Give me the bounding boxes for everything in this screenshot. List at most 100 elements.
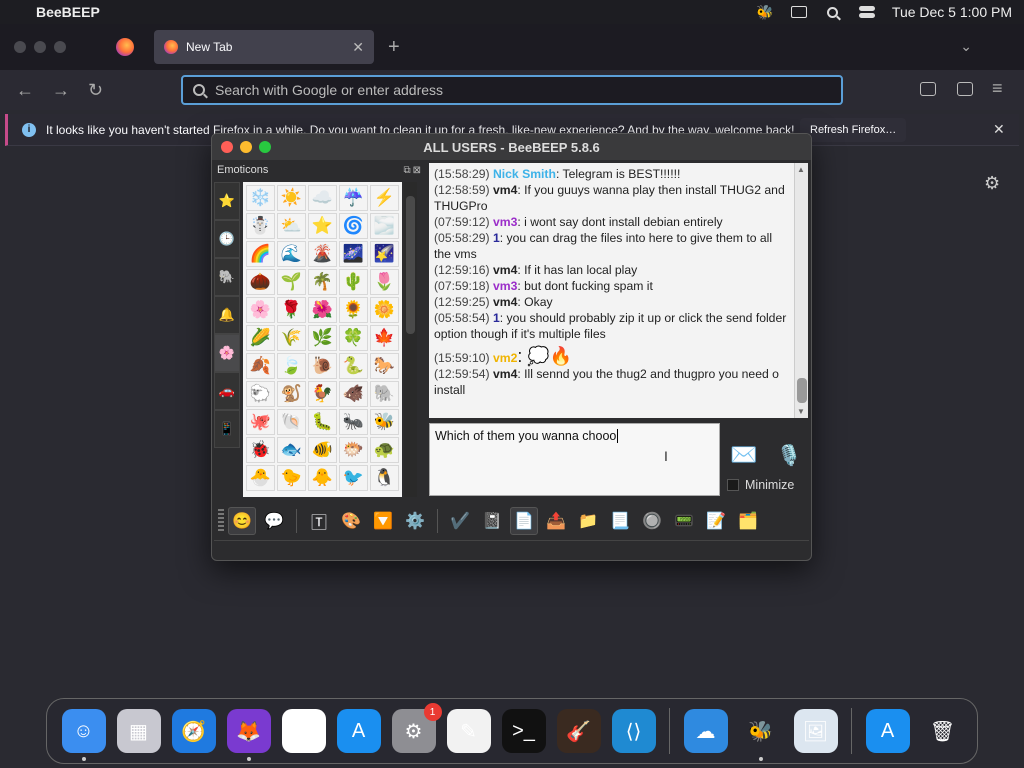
emoticon-button[interactable]: 🍂 bbox=[246, 353, 275, 379]
emoticon-button[interactable]: 🌹 bbox=[277, 297, 306, 323]
new-tab-settings-gear-icon[interactable]: ⚙ bbox=[984, 173, 1000, 194]
scroll-down-arrow-icon[interactable]: ▼ bbox=[797, 407, 805, 416]
emoticon-button[interactable]: 🌌 bbox=[339, 241, 368, 267]
dock-chrome-icon[interactable]: ◉ bbox=[281, 709, 326, 753]
emoticon-button[interactable]: 🌻 bbox=[339, 297, 368, 323]
dock-system-settings-icon[interactable]: ⚙ 1 bbox=[391, 703, 442, 753]
toolbar-button-icon[interactable]: 📁 bbox=[574, 507, 602, 535]
emoticon-button[interactable]: 🐣 bbox=[246, 465, 275, 491]
toolbar-button-icon[interactable]: 🗂️ bbox=[734, 507, 762, 535]
emoticon-button[interactable]: ☁️ bbox=[308, 185, 337, 211]
dock-app-store-downloads-icon[interactable]: A bbox=[865, 709, 910, 753]
toolbar-button-icon[interactable]: 📝 bbox=[702, 507, 730, 535]
emoticon-button[interactable]: 🐙 bbox=[246, 409, 275, 435]
dock-preview-icon[interactable]: 🖼 bbox=[793, 709, 838, 753]
emoticon-button[interactable]: 🌰 bbox=[246, 269, 275, 295]
emoticon-button[interactable]: 🐘 bbox=[370, 381, 399, 407]
emoticon-button[interactable]: 🐤 bbox=[277, 465, 306, 491]
emoticon-button[interactable]: 🍁 bbox=[370, 325, 399, 351]
emoticon-button[interactable]: 🐑 bbox=[246, 381, 275, 407]
forward-arrow-icon[interactable]: → bbox=[52, 80, 70, 101]
emoticon-category-tab[interactable]: ⭐ bbox=[214, 182, 240, 220]
emoticon-button[interactable]: 🌫️ bbox=[370, 213, 399, 239]
emoticon-scrollbar[interactable] bbox=[404, 182, 417, 497]
back-arrow-icon[interactable]: ← bbox=[16, 80, 34, 101]
emoticon-button[interactable]: 🌈 bbox=[246, 241, 275, 267]
emoticon-button[interactable]: 🐛 bbox=[308, 409, 337, 435]
bee-minimize-button[interactable] bbox=[240, 141, 252, 153]
chat-scrollbar[interactable]: ▲ ▼ bbox=[794, 163, 808, 418]
toolbar-button-icon[interactable]: 💬 bbox=[260, 507, 288, 535]
emoticon-button[interactable]: 🐍 bbox=[339, 353, 368, 379]
close-panel-icon[interactable]: ⊠ bbox=[413, 165, 421, 176]
beebeep-title-bar[interactable]: ALL USERS - BeeBEEP 5.8.6 bbox=[212, 134, 811, 160]
scroll-up-arrow-icon[interactable]: ▲ bbox=[797, 165, 805, 174]
dock-firefox-icon[interactable]: 🦊 bbox=[226, 709, 271, 761]
beebeep-status-icon[interactable]: 🐝 bbox=[756, 4, 774, 20]
extensions-icon[interactable] bbox=[957, 82, 973, 96]
emoticon-button[interactable]: 🐠 bbox=[308, 437, 337, 463]
emoticon-button[interactable]: ☃️ bbox=[246, 213, 275, 239]
dock-launchpad-icon[interactable]: ▦ bbox=[116, 709, 161, 753]
tab-new-tab[interactable]: New Tab ✕ bbox=[154, 30, 374, 64]
emoticon-button[interactable]: 🐦 bbox=[339, 465, 368, 491]
toolbar-button-icon[interactable]: 🔽 bbox=[369, 507, 397, 535]
spotlight-search-icon[interactable] bbox=[824, 5, 842, 19]
dock-weather-icon[interactable]: ☁ bbox=[683, 709, 728, 753]
toolbar-button-icon[interactable]: 😊 bbox=[228, 507, 256, 535]
emoticon-button[interactable]: 🐝 bbox=[370, 409, 399, 435]
close-tab-icon[interactable]: ✕ bbox=[352, 39, 364, 56]
emoticon-button[interactable]: 🍀 bbox=[339, 325, 368, 351]
emoticon-button[interactable]: 🐚 bbox=[277, 409, 306, 435]
toolbar-button-icon[interactable]: ⚙️ bbox=[401, 507, 429, 535]
toolbar-button-icon[interactable]: 📤 bbox=[542, 507, 570, 535]
toolbar-button-icon[interactable]: 🎨 bbox=[337, 507, 365, 535]
emoticon-button[interactable]: 🐓 bbox=[308, 381, 337, 407]
dock-vscode-icon[interactable]: ⟨⟩ bbox=[611, 709, 656, 753]
dock-app-store-icon[interactable]: A bbox=[336, 709, 381, 753]
menu-app-name[interactable]: BeeBEEP bbox=[36, 4, 100, 20]
control-center-icon[interactable] bbox=[858, 5, 876, 19]
new-tab-plus-icon[interactable]: + bbox=[388, 36, 400, 59]
hamburger-menu-icon[interactable]: ≡ bbox=[992, 78, 1003, 99]
toolbar-button-icon[interactable]: ✔️ bbox=[446, 507, 474, 535]
emoticon-category-tab[interactable]: 🔔 bbox=[214, 296, 240, 334]
emoticon-button[interactable]: 🌽 bbox=[246, 325, 275, 351]
minimize-checkbox-box[interactable] bbox=[727, 479, 739, 491]
emoticon-category-tab[interactable]: 🐘 bbox=[214, 258, 240, 296]
emoticon-button[interactable]: 🐡 bbox=[339, 437, 368, 463]
emoticon-button[interactable]: 🐧 bbox=[370, 465, 399, 491]
toolbar-button-icon[interactable]: 📄 bbox=[510, 507, 538, 535]
dock-terminal-icon[interactable]: >_ bbox=[501, 709, 546, 753]
zoom-window-button[interactable] bbox=[54, 41, 66, 53]
emoticon-category-tab[interactable]: 📱 bbox=[214, 410, 240, 448]
emoticon-category-tab[interactable]: 🚗 bbox=[214, 372, 240, 410]
minimize-checkbox[interactable]: Minimize bbox=[727, 478, 794, 492]
bee-close-button[interactable] bbox=[221, 141, 233, 153]
emoticon-button[interactable]: 🌾 bbox=[277, 325, 306, 351]
emoticon-button[interactable]: ❄️ bbox=[246, 185, 275, 211]
emoticon-button[interactable]: 🌱 bbox=[277, 269, 306, 295]
emoticon-button[interactable]: 🌺 bbox=[308, 297, 337, 323]
emoticon-button[interactable]: 🍃 bbox=[277, 353, 306, 379]
minimize-window-button[interactable] bbox=[34, 41, 46, 53]
emoticon-button[interactable]: 🌸 bbox=[246, 297, 275, 323]
dock-garageband-icon[interactable]: 🎸 bbox=[556, 709, 601, 753]
dock-textedit-icon[interactable]: ✎ bbox=[446, 709, 491, 753]
refresh-firefox-button[interactable]: Refresh Firefox… bbox=[800, 118, 907, 142]
emoticon-button[interactable]: 🌵 bbox=[339, 269, 368, 295]
emoticon-button[interactable]: 🌴 bbox=[308, 269, 337, 295]
voice-message-button[interactable]: 🎙️ bbox=[777, 440, 802, 470]
emoticon-button[interactable]: ☀️ bbox=[277, 185, 306, 211]
toolbar-button-icon[interactable]: 🔘 bbox=[638, 507, 666, 535]
dock-trash-icon[interactable]: 🗑 bbox=[921, 709, 965, 753]
dock-finder-icon[interactable]: ☺ bbox=[61, 709, 106, 761]
list-all-tabs-chevron-icon[interactable]: ⌄ bbox=[960, 38, 972, 55]
emoticon-button[interactable]: 🐥 bbox=[308, 465, 337, 491]
close-window-button[interactable] bbox=[14, 41, 26, 53]
emoticon-button[interactable]: 🐞 bbox=[246, 437, 275, 463]
toolbar-button-icon[interactable]: 📟 bbox=[670, 507, 698, 535]
emoticon-button[interactable]: 🐎 bbox=[370, 353, 399, 379]
undock-panel-icon[interactable]: ⧉ bbox=[403, 165, 410, 176]
toolbar-button-icon[interactable]: 📓 bbox=[478, 507, 506, 535]
